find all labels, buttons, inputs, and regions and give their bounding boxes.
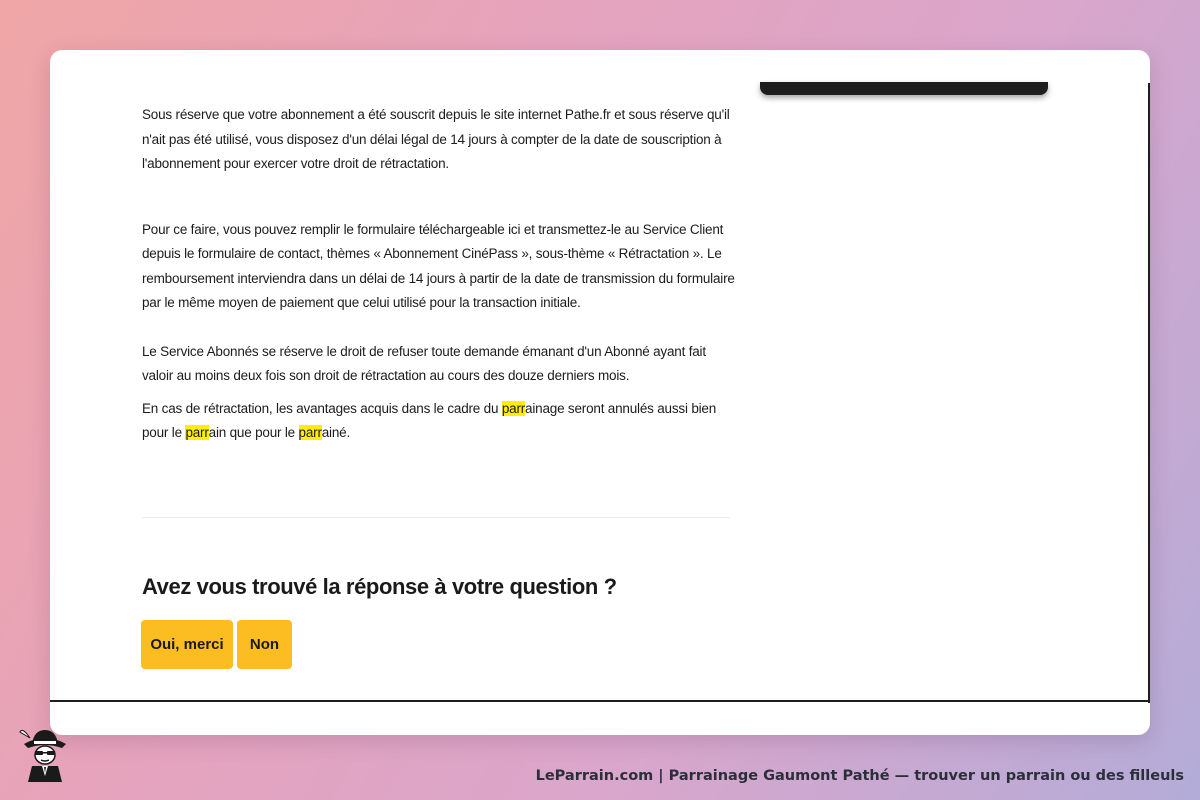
paragraph-withdrawal-right: Sous réserve que votre abonnement a été … [142,107,730,171]
paragraph-text: ainé. [321,425,351,440]
paragraph-text: En cas de rétractation, les avantages ac… [142,400,502,416]
page-card: Sous réserve que votre abonnement a été … [50,50,1150,735]
paragraph-text: ain que pour le [208,425,299,440]
page-bottom-divider [50,700,1150,702]
paragraph-procedure: Pour ce faire, vous pouvez remplir le fo… [142,221,735,311]
search-highlight: parr [501,400,526,416]
feedback-no-button[interactable]: Non [237,620,292,669]
section-divider [142,517,730,518]
page-edge-divider [1148,83,1150,703]
footer-caption: LeParrain.com | Parrainage Gaumont Pathé… [535,768,1184,784]
feedback-question: Avez vous trouvé la réponse à votre ques… [142,574,617,599]
sidebar-widget-bottom [760,82,1048,95]
feedback-yes-button[interactable]: Oui, merci [141,620,233,669]
paragraph-refusal: Le Service Abonnés se réserve le droit d… [142,343,706,384]
search-highlight: parr [185,425,209,440]
article-body: Sous réserve que votre abonnement a été … [142,103,737,446]
search-highlight: parr [298,425,322,440]
detective-mascot-icon [19,729,66,782]
paragraph-sponsorship: En cas de rétractation, les avantages ac… [142,397,737,446]
